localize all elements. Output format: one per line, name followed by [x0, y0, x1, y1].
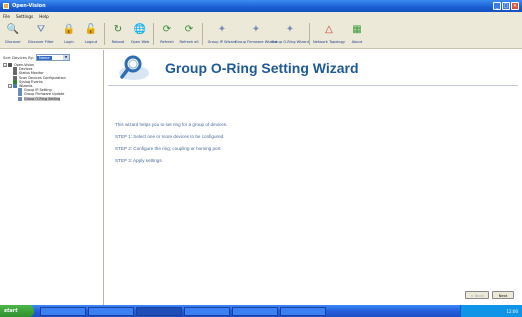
wizard-step-2: STEP 2: Configure the ring, coupling or …: [115, 146, 222, 151]
toolbar-button-discover[interactable]: 🔍 Discover: [2, 20, 24, 49]
toolbar-separator: [153, 23, 154, 45]
menu-settings[interactable]: Settings: [16, 14, 33, 19]
toolbar-button-group-firmware-wizard[interactable]: ✦ Group Firmware Wizard: [235, 20, 277, 49]
toolbar-button-group-o-ring-wizard[interactable]: ✦ Group O-Ring Wizard: [271, 20, 309, 49]
topology-icon: △: [325, 24, 333, 35]
title-divider: [108, 85, 518, 86]
start-button[interactable]: start: [0, 305, 34, 317]
wizard-step-3: STEP 3: Apply settings.: [115, 158, 163, 163]
ip-wizard-icon: ✦: [217, 24, 227, 35]
wizard-pane: Group O-Ring Setting Wizard This wizard …: [105, 50, 522, 305]
toolbar: 🔍 Discover ⛛ Discover Filter 🔒 Login 🔓 Logout ↻ R…: [0, 20, 522, 49]
maximize-button[interactable]: □: [502, 2, 510, 10]
sort-label: Sort Devices By:: [3, 55, 35, 60]
toolbar-separator: [104, 23, 105, 45]
taskbar-tasks: [40, 306, 326, 316]
toolbar-label: Logout: [84, 40, 98, 44]
window-controls: _ □ ×: [493, 2, 519, 10]
magnifier-icon: 🔍: [6, 24, 20, 35]
toolbar-button-login[interactable]: 🔒 Login: [58, 20, 80, 49]
toolbar-label: Discover Filter: [28, 40, 54, 44]
menu-help[interactable]: Help: [39, 14, 49, 19]
toolbar-button-network-topology[interactable]: △ Network Topology: [312, 20, 346, 49]
toolbar-label: Login: [64, 40, 74, 44]
about-icon: ▦: [352, 24, 362, 35]
tree-item[interactable]: Group O-Ring Setting: [3, 96, 103, 101]
toolbar-label: Refresh all: [179, 40, 199, 44]
toolbar-button-refresh-all[interactable]: ⟳ Refresh all: [178, 20, 200, 49]
globe-icon: 🌐: [133, 24, 147, 35]
close-button[interactable]: ×: [511, 2, 519, 10]
tree-node-icon: [18, 96, 22, 101]
login-icon: 🔒: [62, 24, 76, 35]
next-button[interactable]: Next: [492, 291, 514, 299]
magnifier-logo-icon: [119, 55, 149, 80]
taskbar-item[interactable]: [280, 306, 326, 316]
taskbar-item[interactable]: [88, 306, 134, 316]
clock: 12:00: [506, 308, 518, 314]
refresh-all-icon: ⟳: [184, 24, 194, 35]
taskbar: start 12:00: [0, 305, 522, 317]
taskbar-item[interactable]: [184, 306, 230, 316]
toolbar-button-logout[interactable]: 🔓 Logout: [80, 20, 102, 49]
menu-bar: File Settings Help: [0, 12, 522, 20]
toolbar-button-reboot[interactable]: ↻ Reboot: [107, 20, 129, 49]
window-title: Open-Vision: [12, 3, 46, 9]
device-tree-pane: Sort Devices By: Name ▼ − Open-Vision Devi…: [0, 50, 104, 305]
toolbar-label: Group IP Wizard: [207, 40, 237, 44]
taskbar-item[interactable]: [40, 306, 86, 316]
toolbar-separator: [309, 23, 310, 45]
toolbar-label: Network Topology: [312, 40, 345, 44]
toolbar-label: Discover: [5, 40, 21, 44]
toolbar-button-refresh[interactable]: ⟳ Refresh: [156, 20, 178, 49]
toolbar-label: Refresh: [160, 40, 174, 44]
chevron-down-icon[interactable]: ▼: [63, 55, 70, 60]
toolbar-button-discover-filter[interactable]: ⛛ Discover Filter: [24, 20, 58, 49]
sort-value: Name: [37, 55, 52, 60]
minimize-button[interactable]: _: [493, 2, 501, 10]
oring-wizard-icon: ✦: [285, 24, 295, 35]
logout-icon: 🔓: [84, 24, 98, 35]
toolbar-button-group-ip-wizard[interactable]: ✦ Group IP Wizard: [205, 20, 239, 49]
firmware-wizard-icon: ✦: [251, 24, 261, 35]
toolbar-separator: [202, 23, 203, 45]
wizard-buttons: < Back Next: [465, 291, 514, 299]
tree-item-label: Group O-Ring Setting: [24, 96, 61, 101]
toolbar-label: About: [351, 40, 363, 44]
taskbar-item-active[interactable]: [136, 306, 182, 316]
toolbar-label: Open Web: [130, 40, 150, 44]
toolbar-button-open-web[interactable]: 🌐 Open Web: [129, 20, 151, 49]
toolbar-button-about[interactable]: ▦ About: [346, 20, 368, 49]
menu-file[interactable]: File: [3, 14, 10, 19]
sort-select[interactable]: Name ▼: [36, 54, 71, 61]
filter-icon: ⛛: [36, 24, 46, 35]
back-button[interactable]: < Back: [465, 291, 489, 299]
system-tray: 12:00: [460, 305, 522, 317]
toolbar-label: Reboot: [111, 40, 125, 44]
title-bar: Open-Vision _ □ ×: [0, 0, 522, 12]
toolbar-label: Group O-Ring Wizard: [271, 40, 309, 44]
wizard-title: Group O-Ring Setting Wizard: [165, 60, 359, 76]
device-tree: − Open-Vision Devices Status Monitor Scan De…: [3, 63, 103, 101]
sort-bar: Sort Devices By: Name ▼: [3, 54, 71, 61]
refresh-icon: ⟳: [162, 24, 172, 35]
wizard-intro: This wizard helps you to set ring for a …: [115, 122, 228, 127]
wizard-step-1: STEP 1: Select one or more devices to be…: [115, 134, 225, 139]
taskbar-item[interactable]: [232, 306, 278, 316]
app-icon: [3, 3, 9, 9]
reboot-icon: ↻: [113, 24, 123, 35]
